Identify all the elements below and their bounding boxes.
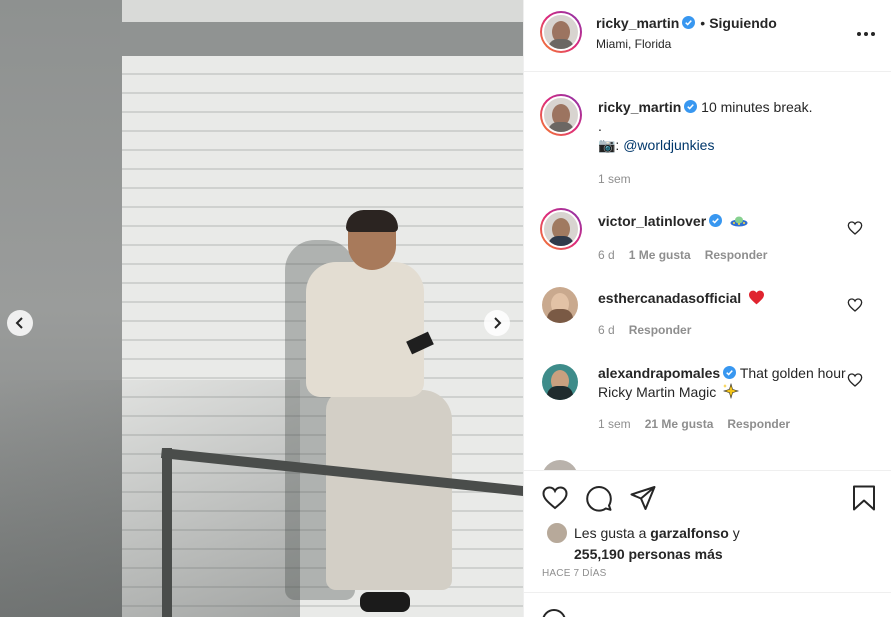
more-options-icon[interactable]	[855, 24, 877, 44]
comment-likes[interactable]: 21 Me gusta	[645, 417, 714, 431]
comment-time[interactable]: 6 d	[598, 248, 615, 262]
sparkles-emoji-icon	[723, 382, 740, 400]
photo-railing-post	[162, 448, 172, 617]
comment-text-block: esthercanadasofficial	[598, 289, 848, 308]
photo-wall-top	[122, 0, 523, 22]
comment-username[interactable]: esthercanadasofficial	[598, 290, 741, 306]
red-heart-emoji-icon	[749, 290, 765, 305]
post-location[interactable]: Miami, Florida	[596, 37, 671, 51]
verified-icon	[682, 16, 696, 29]
next-photo-button[interactable]	[484, 310, 510, 336]
avatar-body	[548, 122, 574, 132]
ufo-emoji-icon	[730, 216, 748, 227]
liker-avatar[interactable]	[546, 522, 568, 544]
comment-meta: 1 sem 21 Me gusta Responder	[598, 417, 804, 431]
caption-meta: 1 sem	[598, 172, 645, 186]
like-comment-heart-icon[interactable]	[847, 220, 863, 236]
commenter-avatar[interactable]	[540, 208, 582, 250]
verified-icon	[684, 100, 698, 113]
commenter-avatar[interactable]	[542, 460, 578, 470]
post-actions-section: Les gusta a garzalfonso y 255,190 person…	[524, 470, 891, 617]
comments-list[interactable]: ricky_martin 10 minutes break. . 📷: @wor…	[524, 72, 891, 470]
caption-time[interactable]: 1 sem	[598, 172, 631, 186]
liker-username[interactable]: garzalfonso	[650, 525, 729, 541]
comment-time[interactable]: 1 sem	[598, 417, 631, 431]
caption-username[interactable]: ricky_martin	[598, 99, 681, 115]
chevron-right-icon	[494, 317, 502, 329]
comment-username[interactable]: alexandrapomales	[598, 365, 720, 381]
chevron-left-icon	[15, 317, 23, 329]
comment-text-block: alexandrapomales That golden hour Ricky …	[598, 364, 848, 402]
comment-likes[interactable]: 1 Me gusta	[629, 248, 691, 262]
like-heart-icon[interactable]	[541, 484, 569, 512]
reply-button[interactable]: Responder	[705, 248, 768, 262]
avatar-body	[547, 386, 573, 400]
likes-prefix: Les gusta a	[574, 525, 647, 541]
comment-time[interactable]: 6 d	[598, 323, 615, 337]
verified-icon	[723, 366, 737, 379]
add-comment-bar[interactable]	[524, 592, 891, 617]
likes-conjunction: y	[732, 525, 740, 541]
likes-count[interactable]: 255,190 personas más	[574, 544, 740, 564]
commenter-avatar[interactable]	[542, 364, 578, 400]
author-name-line: ricky_martin • Siguiendo	[596, 15, 777, 31]
bookmark-icon[interactable]	[850, 484, 878, 512]
photo-person-jacket	[306, 262, 424, 397]
post-details-panel: ricky_martin • Siguiendo Miami, Florida ri…	[523, 0, 891, 617]
comment-username[interactable]: victor_latinlover	[598, 213, 706, 229]
post-photo[interactable]	[0, 0, 523, 617]
like-comment-heart-icon[interactable]	[847, 297, 863, 313]
post-time-ago[interactable]: HACE 7 DÍAS	[542, 568, 606, 579]
caption-mention-link[interactable]: @worldjunkies	[623, 137, 714, 153]
reply-button[interactable]: Responder	[727, 417, 790, 431]
photo-door-header	[120, 22, 523, 56]
author-avatar[interactable]	[540, 11, 582, 53]
photo-person-pants	[326, 390, 452, 590]
post-header: ricky_martin • Siguiendo Miami, Florida	[524, 0, 891, 72]
likes-summary: Les gusta a garzalfonso y 255,190 person…	[546, 522, 740, 564]
reply-button[interactable]: Responder	[629, 323, 692, 337]
photo-person-hair	[346, 210, 398, 232]
like-comment-heart-icon[interactable]	[847, 372, 863, 388]
author-username[interactable]: ricky_martin	[596, 15, 679, 31]
commenter-avatar[interactable]	[542, 287, 578, 323]
photo-floor-shadow	[0, 380, 300, 617]
verified-icon	[709, 214, 723, 227]
following-button[interactable]: Siguiendo	[709, 15, 777, 31]
separator-dot: •	[700, 15, 706, 31]
previous-photo-button[interactable]	[7, 310, 33, 336]
emoji-icon[interactable]	[542, 609, 566, 617]
avatar-body	[547, 309, 573, 323]
share-icon[interactable]	[629, 484, 657, 512]
camera-emoji: 📷:	[598, 137, 620, 153]
comment-meta: 6 d 1 Me gusta Responder	[598, 248, 781, 262]
avatar-body	[548, 236, 574, 246]
comment-icon[interactable]	[585, 484, 613, 512]
avatar-body	[548, 39, 574, 49]
caption-text-block: ricky_martin 10 minutes break. . 📷: @wor…	[598, 98, 848, 155]
comment-meta: 6 d Responder	[598, 323, 705, 337]
photo-person-shoe	[360, 592, 410, 612]
caption-text: 10 minutes break.	[701, 99, 813, 115]
caption-line-2: .	[598, 118, 602, 134]
caption-author-avatar[interactable]	[540, 94, 582, 136]
comment-text-block: victor_latinlover	[598, 212, 848, 231]
photo-person	[300, 210, 460, 617]
